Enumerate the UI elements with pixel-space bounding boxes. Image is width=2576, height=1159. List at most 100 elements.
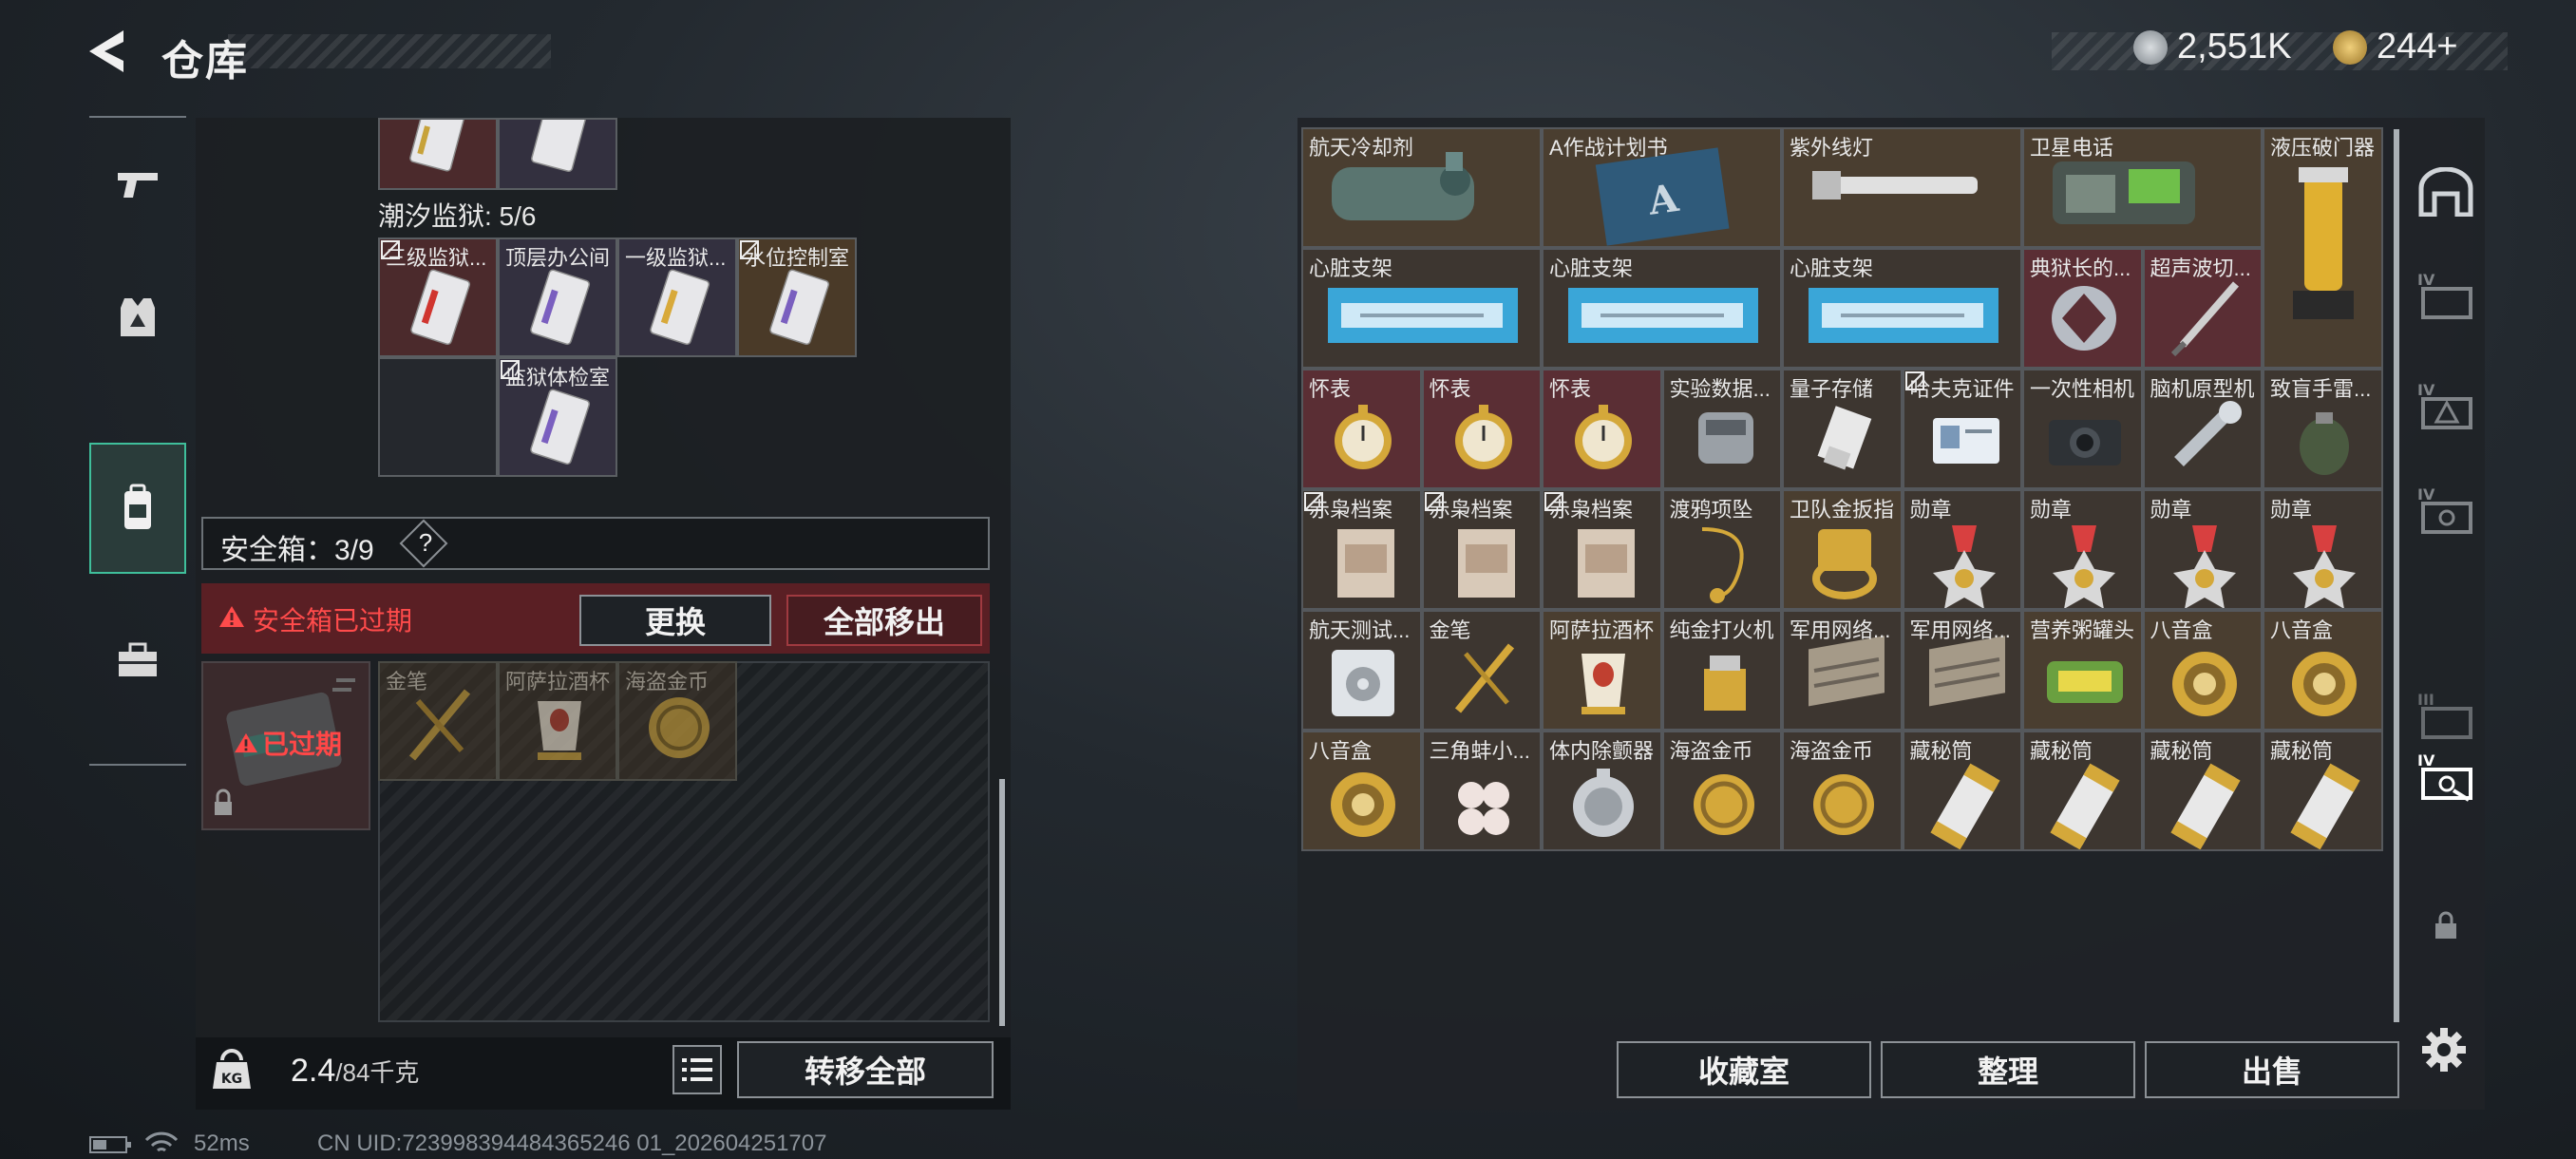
left-scrollbar[interactable]: [999, 779, 1005, 1026]
warehouse-item[interactable]: 赤枭档案: [1421, 489, 1542, 610]
warehouse-item[interactable]: 量子存储: [1782, 369, 1903, 489]
nav-tools[interactable]: [89, 593, 186, 726]
toolbox-icon: [119, 642, 157, 676]
currency-secondary[interactable]: 244+: [2333, 27, 2458, 67]
warehouse-item[interactable]: 航天测试...: [1301, 610, 1422, 731]
battery-icon: [89, 1136, 131, 1153]
warehouse-item[interactable]: 液压破门器: [2263, 127, 2383, 369]
warehouse-item[interactable]: 勋章: [1902, 489, 2022, 610]
inventory-item[interactable]: [498, 118, 617, 190]
safe-item[interactable]: 阿萨拉酒杯: [498, 661, 617, 781]
page-title: 仓库: [161, 38, 249, 85]
remove-all-button[interactable]: 全部移出: [786, 595, 982, 646]
storage-level-iv-icon: IV: [2417, 485, 2472, 534]
right-scrollbar[interactable]: [2394, 129, 2399, 1022]
warehouse-item[interactable]: 海盗金币: [1782, 731, 1903, 851]
item-label: 勋章: [2150, 498, 2192, 522]
warning-icon: [235, 732, 257, 753]
replace-button[interactable]: 更换: [579, 595, 771, 646]
warehouse-item[interactable]: 勋章: [2142, 489, 2263, 610]
collection-room-button[interactable]: 收藏室: [1617, 1041, 1871, 1098]
warehouse-item[interactable]: 心脏支架: [1301, 248, 1542, 369]
settings-gear-icon[interactable]: [2420, 1026, 2468, 1074]
warehouse-item[interactable]: 超声波切...: [2142, 248, 2263, 369]
item-label: 赤枭档案: [1429, 498, 1513, 522]
warehouse-item[interactable]: 赤枭档案: [1301, 489, 1422, 610]
list-view-button[interactable]: [672, 1045, 722, 1094]
warehouse-item[interactable]: 海盗金币: [1661, 731, 1782, 851]
warehouse-item[interactable]: 藏秘筒: [2142, 731, 2263, 851]
item-label: 八音盒: [1309, 739, 1373, 763]
back-arrow-icon[interactable]: [85, 27, 133, 76]
item-label: 海盗金币: [625, 670, 710, 694]
inventory-item[interactable]: [378, 118, 498, 190]
item-label: 怀表: [1429, 377, 1471, 401]
no-trade-icon: [1304, 492, 1323, 511]
currency-secondary-value: 244+: [2377, 27, 2458, 66]
safe-item[interactable]: 海盗金币: [617, 661, 737, 781]
warehouse-item[interactable]: 藏秘筒: [2263, 731, 2383, 851]
warehouse-item[interactable]: 渡鸦项坠: [1661, 489, 1782, 610]
warehouse-item[interactable]: 卫星电话: [2022, 127, 2263, 248]
warehouse-item[interactable]: 怀表: [1421, 369, 1542, 489]
warehouse-item[interactable]: 八音盒: [1301, 731, 1422, 851]
warehouse-item[interactable]: 八音盒: [2263, 610, 2383, 731]
empty-keycard-slot[interactable]: [378, 357, 498, 477]
warehouse-item[interactable]: 致盲手雷...: [2263, 369, 2383, 489]
nav-weapons[interactable]: [89, 118, 186, 251]
warehouse-item[interactable]: 赤枭档案: [1542, 489, 1662, 610]
keycard-slot[interactable]: 一级监狱...: [617, 238, 737, 357]
warehouse-item[interactable]: 军用网络...: [1782, 610, 1903, 731]
warehouse-item[interactable]: 藏秘筒: [1902, 731, 2022, 851]
item-label: 一次性相机: [2030, 377, 2135, 401]
warehouse-item[interactable]: 纯金打火机: [1661, 610, 1782, 731]
warehouse-item[interactable]: 紫外线灯: [1782, 127, 2022, 248]
keycard-slot[interactable]: 监狱体检室: [498, 357, 617, 477]
keycard-slot[interactable]: 三级监狱...: [378, 238, 498, 357]
storage-level-iii-icon: III: [2417, 691, 2472, 739]
warehouse-item[interactable]: 金笔: [1421, 610, 1542, 731]
warehouse-item[interactable]: 实验数据...: [1661, 369, 1782, 489]
warehouse-item[interactable]: A A作战计划书: [1542, 127, 1782, 248]
warehouse-item[interactable]: 阿萨拉酒杯: [1542, 610, 1662, 731]
title-decoration: [228, 34, 551, 68]
warehouse-item[interactable]: 营养粥罐头: [2022, 610, 2143, 731]
warehouse-item[interactable]: 哈夫克证件: [1902, 369, 2022, 489]
sort-button[interactable]: 整理: [1881, 1041, 2135, 1098]
warning-icon: [219, 606, 244, 627]
tab-storage-iv-1[interactable]: IV: [2407, 249, 2485, 344]
warehouse-item[interactable]: 八音盒: [2142, 610, 2263, 731]
no-trade-icon: [501, 360, 520, 379]
item-label: 三角蚌小...: [1429, 739, 1530, 763]
warehouse-item[interactable]: 勋章: [2263, 489, 2383, 610]
warehouse-item[interactable]: 体内除颤器: [1542, 731, 1662, 851]
ping-text: 52ms: [194, 1130, 250, 1156]
warehouse-item[interactable]: 一次性相机: [2022, 369, 2143, 489]
warehouse-item[interactable]: 航天冷却剂: [1301, 127, 1542, 248]
warehouse-item[interactable]: 军用网络...: [1902, 610, 2022, 731]
warehouse-item[interactable]: 卫队金扳指: [1782, 489, 1903, 610]
tab-storage-iv-3[interactable]: IV: [2407, 464, 2485, 559]
tab-storage-iv-2[interactable]: IV: [2407, 359, 2485, 454]
nav-armor[interactable]: [89, 251, 186, 384]
warehouse-item[interactable]: 心脏支架: [1542, 248, 1782, 369]
warehouse-item[interactable]: 怀表: [1301, 369, 1422, 489]
nav-backpack[interactable]: [89, 443, 186, 574]
warehouse-item[interactable]: 脑机原型机: [2142, 369, 2263, 489]
warehouse-item[interactable]: 勋章: [2022, 489, 2143, 610]
transfer-all-button[interactable]: 转移全部: [737, 1041, 994, 1098]
tab-main-storage[interactable]: [2407, 144, 2485, 239]
warehouse-item[interactable]: 三角蚌小...: [1421, 731, 1542, 851]
keycard-slot[interactable]: 顶层办公间: [498, 238, 617, 357]
safe-item[interactable]: 金笔: [378, 661, 498, 781]
warehouse-item[interactable]: 心脏支架: [1782, 248, 2022, 369]
warehouse-item[interactable]: 典狱长的...: [2022, 248, 2143, 369]
sell-button[interactable]: 出售: [2145, 1041, 2399, 1098]
item-label: 致盲手雷...: [2270, 377, 2372, 401]
keycard-slot[interactable]: 水位控制室: [737, 238, 857, 357]
warehouse-item[interactable]: 怀表: [1542, 369, 1662, 489]
tab-storage-iii[interactable]: III: [2407, 669, 2485, 764]
warehouse-item[interactable]: 藏秘筒: [2022, 731, 2143, 851]
item-label: 怀表: [1309, 377, 1352, 401]
tab-locked[interactable]: [2407, 878, 2485, 973]
